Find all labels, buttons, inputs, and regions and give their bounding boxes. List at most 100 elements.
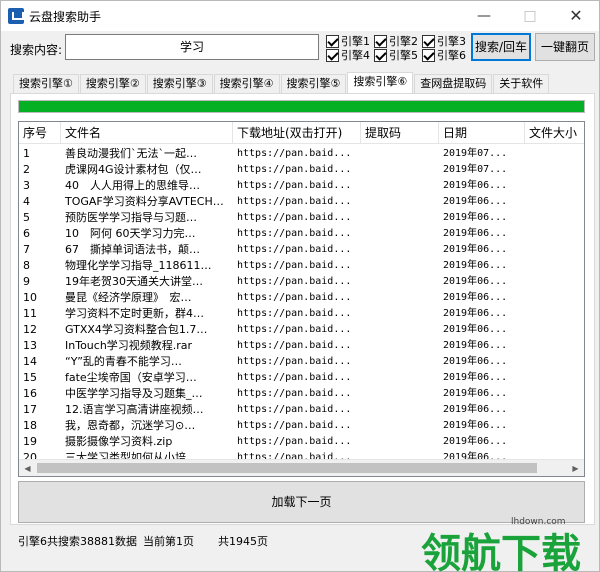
close-button[interactable]: ✕ xyxy=(553,1,599,31)
app-icon xyxy=(8,8,24,24)
table-row[interactable]: 9 19年老贺30天通关大讲堂… https://pan.baid... 2019年0… xyxy=(19,274,584,290)
tab-extract-code[interactable]: 查网盘提取码 xyxy=(414,74,493,93)
scroll-thumb[interactable] xyxy=(37,463,537,473)
tab-about[interactable]: 关于软件 xyxy=(493,74,550,93)
cell-url: https://pan.baid... xyxy=(237,212,352,223)
results-list[interactable]: 序号 文件名 下载地址(双击打开) 提取码 日期 文件大小 1 善良动漫我们`无法… xyxy=(18,121,585,477)
cell-code xyxy=(361,434,439,450)
cell-url: https://pan.baid... xyxy=(237,420,352,431)
cell-url: https://pan.baid... xyxy=(237,164,352,175)
status-current-page: 当前第1页 xyxy=(143,535,194,548)
minimize-button[interactable]: — xyxy=(461,1,507,31)
cell-date: 2019年06... xyxy=(443,308,508,319)
column-header-filename[interactable]: 文件名 xyxy=(61,122,233,144)
column-header-date[interactable]: 日期 xyxy=(439,122,525,144)
table-row[interactable]: 14 “Y”乱的青春不能学习… https://pan.baid... 2019年06… xyxy=(19,354,584,370)
cell-code xyxy=(361,162,439,178)
cell-date: 2019年06... xyxy=(443,260,508,271)
table-row[interactable]: 1 善良动漫我们`无法`一起… https://pan.baid... 2019年07… xyxy=(19,146,584,162)
cell-date: 2019年06... xyxy=(443,244,508,255)
engine-4-checkbox[interactable]: 引擎4 xyxy=(326,47,370,63)
watermark-url: lhdown.com xyxy=(511,517,566,527)
cell-index: 13 xyxy=(23,339,37,352)
engine-4-label: 引擎4 xyxy=(341,49,370,62)
cell-code xyxy=(361,338,439,354)
horizontal-scrollbar[interactable]: ◀ ▶ xyxy=(19,459,584,476)
search-button[interactable]: 搜索/回车 xyxy=(471,33,531,61)
cell-index: 19 xyxy=(23,435,37,448)
cell-filename: 曼昆《经济学原理》 宏… xyxy=(65,291,192,304)
column-header-url[interactable]: 下载地址(双击打开) xyxy=(233,122,361,144)
cell-url: https://pan.baid... xyxy=(237,388,352,399)
table-row[interactable]: 3 40 人人用得上的思维导… https://pan.baid... 2019年06… xyxy=(19,178,584,194)
table-row[interactable]: 13 InTouch学习视频教程.rar https://pan.baid... 20… xyxy=(19,338,584,354)
checkbox-checked-icon xyxy=(374,34,387,48)
cell-filename: 10 阿何 60天学习力完… xyxy=(65,227,196,240)
cell-code xyxy=(361,386,439,402)
cell-date: 2019年06... xyxy=(443,324,508,335)
table-row[interactable]: 4 TOGAF学习资料分享AVTECH… https://pan.baid... 20… xyxy=(19,194,584,210)
table-row[interactable]: 18 我，恩奇都，沉迷学习⊙… https://pan.baid... 2019年06… xyxy=(19,418,584,434)
table-row[interactable]: 11 学习资料不定时更新，群4… https://pan.baid... 2019年0… xyxy=(19,306,584,322)
cell-index: 11 xyxy=(23,307,37,320)
tab-engine-3[interactable]: 搜索引擎③ xyxy=(146,74,213,93)
checkbox-checked-icon xyxy=(374,48,387,62)
table-row[interactable]: 5 预防医学学习指导与习题… https://pan.baid... 2019年06.… xyxy=(19,210,584,226)
cell-index: 12 xyxy=(23,323,37,336)
cell-url: https://pan.baid... xyxy=(237,340,352,351)
cell-code xyxy=(361,178,439,194)
table-row[interactable]: 12 GTXX4学习资料整合包1.7… https://pan.baid... 201… xyxy=(19,322,584,338)
app-window: 云盘搜索助手 — □ ✕ 搜索内容: 学习 引擎1 引擎2 引擎3 引擎4 引擎… xyxy=(0,0,600,572)
table-row[interactable]: 19 摄影摄像学习资料.zip https://pan.baid... 2019年06… xyxy=(19,434,584,450)
search-label: 搜索内容: xyxy=(10,43,63,57)
column-header-size[interactable]: 文件大小 xyxy=(525,122,584,144)
engine-5-checkbox[interactable]: 引擎5 xyxy=(374,47,418,63)
table-row[interactable]: 17 12.语言学习高清讲座视频… https://pan.baid... 2019年… xyxy=(19,402,584,418)
load-next-page-button[interactable]: 加载下一页 xyxy=(18,481,585,523)
cell-url: https://pan.baid... xyxy=(237,276,352,287)
tab-engine-2[interactable]: 搜索引擎② xyxy=(79,74,146,93)
cell-code xyxy=(361,402,439,418)
table-row[interactable]: 2 虎课网4G设计素材包（仅… https://pan.baid... 2019年07… xyxy=(19,162,584,178)
flip-page-button[interactable]: 一键翻页 xyxy=(535,33,595,61)
cell-filename: InTouch学习视频教程.rar xyxy=(65,339,193,352)
status-engine-count: 引擎6共搜索38881数据 xyxy=(18,535,137,548)
cell-code xyxy=(361,146,439,162)
checkbox-checked-icon xyxy=(422,34,435,48)
tab-engine-5[interactable]: 搜索引擎⑤ xyxy=(280,74,347,93)
cell-date: 2019年06... xyxy=(443,228,508,239)
engine-6-checkbox[interactable]: 引擎6 xyxy=(422,47,466,63)
cell-url: https://pan.baid... xyxy=(237,180,352,191)
cell-code xyxy=(361,194,439,210)
search-input[interactable]: 学习 xyxy=(65,34,319,60)
cell-index: 5 xyxy=(23,211,30,224)
column-header-code[interactable]: 提取码 xyxy=(361,122,439,144)
cell-index: 4 xyxy=(23,195,30,208)
checkbox-checked-icon xyxy=(326,48,339,62)
cell-code xyxy=(361,210,439,226)
cell-code xyxy=(361,354,439,370)
table-row[interactable]: 16 中医学学习指导及习题集_… https://pan.baid... 2019年0… xyxy=(19,386,584,402)
column-header-index[interactable]: 序号 xyxy=(19,122,61,144)
cell-filename: 虎课网4G设计素材包（仅… xyxy=(65,163,202,176)
cell-date: 2019年06... xyxy=(443,356,508,367)
cell-filename: TOGAF学习资料分享AVTECH… xyxy=(65,195,224,208)
cell-index: 14 xyxy=(23,355,37,368)
cell-filename: fate尘埃帝国（安卓学习… xyxy=(65,371,197,384)
scroll-right-icon[interactable]: ▶ xyxy=(567,460,584,476)
checkbox-checked-icon xyxy=(326,34,339,48)
tab-engine-1[interactable]: 搜索引擎① xyxy=(13,74,79,93)
maximize-button[interactable]: □ xyxy=(507,1,553,31)
tab-engine-6[interactable]: 搜索引擎⑥ xyxy=(347,72,414,93)
table-row[interactable]: 8 物理化学学习指导_118611… https://pan.baid... 2019… xyxy=(19,258,584,274)
table-row[interactable]: 10 曼昆《经济学原理》 宏… https://pan.baid... 2019年06… xyxy=(19,290,584,306)
scroll-left-icon[interactable]: ◀ xyxy=(19,460,36,476)
cell-code xyxy=(361,418,439,434)
table-row[interactable]: 15 fate尘埃帝国（安卓学习… https://pan.baid... 2019年… xyxy=(19,370,584,386)
cell-code xyxy=(361,370,439,386)
tab-engine-4[interactable]: 搜索引擎④ xyxy=(213,74,280,93)
cell-date: 2019年06... xyxy=(443,372,508,383)
table-row[interactable]: 6 10 阿何 60天学习力完… https://pan.baid... 2019年0… xyxy=(19,226,584,242)
table-row[interactable]: 7 67 撕掉单词语法书，颠… https://pan.baid... 2019年06… xyxy=(19,242,584,258)
cell-index: 17 xyxy=(23,403,37,416)
